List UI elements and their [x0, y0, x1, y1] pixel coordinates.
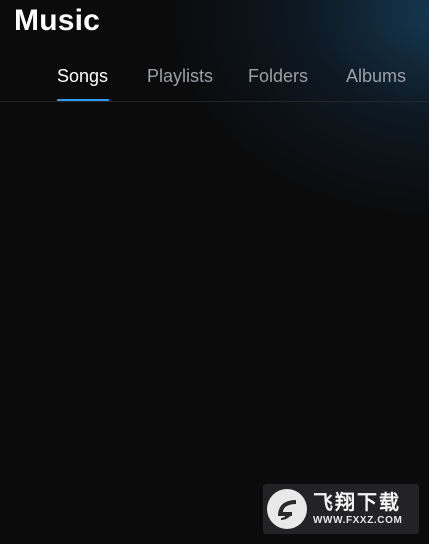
songs-list-area [0, 102, 429, 544]
watermark-url: WWW.FXXZ.COM [313, 515, 403, 526]
tab-songs[interactable]: Songs [57, 66, 108, 87]
watermark-brand: 飞翔下载 [313, 492, 401, 514]
watermark-text: 飞翔下载 WWW.FXXZ.COM [313, 491, 402, 527]
tab-playlists[interactable]: Playlists [147, 66, 213, 87]
tab-folders[interactable]: Folders [248, 66, 308, 87]
music-screen: Music Songs Playlists Folders Albums 飞翔下… [0, 0, 429, 544]
tab-albums[interactable]: Albums [346, 66, 406, 87]
fxxz-logo-icon [267, 489, 307, 529]
watermark: 飞翔下载 WWW.FXXZ.COM [263, 484, 419, 534]
page-title: Music [14, 4, 101, 37]
tab-bar: Songs Playlists Folders Albums [0, 58, 429, 102]
